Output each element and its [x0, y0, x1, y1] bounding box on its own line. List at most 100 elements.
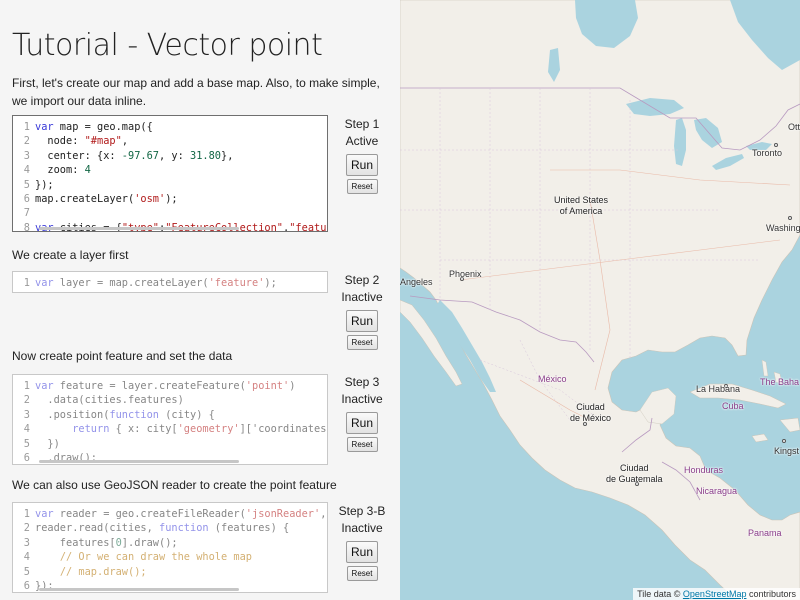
step2-status: Inactive [341, 290, 383, 304]
step2-run-button[interactable]: Run [346, 310, 378, 332]
line-number: 3 [23, 149, 30, 162]
map-attribution: Tile data © OpenStreetMap contributors [633, 588, 800, 600]
step3b-reset-button[interactable]: Reset [346, 566, 378, 581]
city-dot-kingston [782, 439, 786, 443]
code-line[interactable]: 2 .data(cities.features) [13, 393, 327, 407]
map-label-guatemala-line1: Ciudad [620, 463, 649, 473]
map-label-panama: Panama [748, 528, 782, 538]
map-label-guatemala: Ciudad de Guatemala [606, 463, 663, 485]
code-line[interactable]: 2 reader.read(cities, function (features)… [13, 521, 327, 535]
step3b-status: Inactive [341, 521, 383, 535]
code-text[interactable]: var feature = layer.createFeature('point… [35, 379, 295, 393]
line-number: 1 [23, 121, 30, 133]
map-label-usa-line2: of America [559, 206, 603, 216]
map-label-ottawa: Otta [788, 122, 800, 132]
map-label-washington: Washing [766, 223, 800, 233]
code-line[interactable]: 5}); [13, 178, 327, 192]
step3b-run-button[interactable]: Run [346, 541, 378, 563]
line-number: 4 [23, 423, 30, 436]
map-label-mexico-city-line1: Ciudad [576, 402, 605, 412]
code-line[interactable]: 6 map.createLayer('osm'); [13, 192, 327, 206]
code-text[interactable]: .data(cities.features) [35, 393, 183, 407]
line-number: 1 [23, 508, 30, 520]
code-line[interactable]: 5 }) [13, 437, 327, 451]
code-text[interactable]: return { x: city['geometry']['coordinate… [35, 422, 326, 436]
map-label-usa: United States of America [554, 195, 608, 217]
code-line[interactable]: 3 center: {x: -97.67, y: 31.80}, [13, 149, 327, 163]
step3-run-button[interactable]: Run [346, 412, 378, 434]
line-number: 5 [23, 437, 30, 450]
map-label-mexico-city-line2: de México [570, 413, 612, 423]
openstreetmap-link[interactable]: OpenStreetMap [683, 589, 747, 599]
code-line[interactable]: 5 // map.draw(); [13, 565, 327, 579]
map-label-mexico: México [538, 374, 567, 384]
code-line[interactable]: 1 var layer = map.createLayer('feature'); [13, 276, 327, 290]
code-text[interactable]: .position(function (city) { [35, 408, 214, 422]
map-label-toronto: Toronto [752, 148, 783, 158]
line-number: 4 [23, 551, 30, 564]
step3-reset-button[interactable]: Reset [346, 437, 378, 452]
code-text[interactable]: // Or we can draw the whole map [35, 550, 252, 564]
code-text[interactable]: // map.draw(); [35, 565, 147, 579]
code-text[interactable]: center: {x: -97.67, y: 31.80}, [35, 149, 233, 163]
line-number: 5 [23, 178, 30, 191]
line-number: 2 [23, 135, 30, 148]
code-text[interactable]: reader.read(cities, function (features) … [35, 521, 289, 535]
code-line[interactable]: 3 features[0].draw(); [13, 536, 327, 550]
code-text[interactable]: }) [35, 437, 59, 451]
step2-code-editor[interactable]: 1 var layer = map.createLayer('feature'); [12, 271, 328, 293]
line-number: 1 [23, 380, 30, 392]
line-number: 7 [23, 207, 30, 220]
step1-status: Active [345, 134, 379, 148]
code-line[interactable]: 1 var feature = layer.createFeature('poin… [13, 379, 327, 393]
horizontal-scrollbar[interactable] [39, 227, 239, 230]
step3-label: Step 3 [344, 375, 380, 389]
code-text[interactable]: map.createLayer('osm'); [35, 192, 178, 206]
tutorial-panel: Tutorial - Vector point First, let's cre… [0, 0, 400, 600]
code-line[interactable]: 3 .position(function (city) { [13, 408, 327, 422]
code-text[interactable]: }); [35, 178, 54, 192]
map-label-cuba: Cuba [722, 401, 744, 411]
step1-code-editor[interactable]: 1 var map = geo.map({2 node: "#map", 3 cen… [12, 115, 328, 232]
step3b-code-editor[interactable]: 1 var reader = geo.createFileReader('json… [12, 502, 328, 593]
jamaica-island [751, 433, 769, 443]
step1-controls: Step 1 Active Run Reset [332, 116, 392, 194]
step3b-description: We can also use GeoJSON reader to create… [12, 478, 337, 492]
map-label-kingston: Kingst [774, 446, 800, 456]
code-line[interactable]: 1 var reader = geo.createFileReader('json… [13, 507, 327, 521]
map-label-la-habana: La Habana [696, 384, 741, 394]
code-text[interactable]: var reader = geo.createFileReader('jsonR… [35, 507, 326, 521]
city-dot-washington [788, 216, 792, 220]
step1-run-button[interactable]: Run [346, 154, 378, 176]
map-viewport[interactable]: Otta Toronto United States of America Wa… [400, 0, 800, 600]
code-text[interactable]: var map = geo.map({ [35, 120, 153, 134]
line-number: 2 [23, 522, 30, 535]
step3-code-editor[interactable]: 1 var feature = layer.createFeature('poin… [12, 374, 328, 465]
basemap-tiles [400, 0, 800, 600]
code-text[interactable]: features[0].draw(); [35, 536, 178, 550]
code-text[interactable]: zoom: 4 [35, 163, 90, 177]
map-label-nicaragua: Nicaragua [696, 486, 738, 496]
line-number: 6 [23, 451, 30, 464]
line-number: 5 [23, 565, 30, 578]
code-text[interactable]: var layer = map.createLayer('feature'); [35, 276, 277, 290]
code-line[interactable]: 4 return { x: city['geometry']['coordina… [13, 422, 327, 436]
code-line[interactable]: 4 // Or we can draw the whole map [13, 550, 327, 564]
code-line[interactable]: 7 [13, 206, 327, 220]
step1-reset-button[interactable]: Reset [346, 179, 378, 194]
north-america-land [400, 0, 800, 600]
horizontal-scrollbar[interactable] [39, 460, 239, 463]
map-label-phoenix: Phoenix [449, 269, 482, 279]
code-text[interactable]: node: "#map", [35, 134, 128, 148]
attribution-suffix: contributors [746, 589, 796, 599]
step1-label: Step 1 [344, 117, 380, 131]
code-line[interactable]: 2 node: "#map", [13, 134, 327, 148]
page-title: Tutorial - Vector point [12, 28, 323, 63]
code-line[interactable]: 1 var map = geo.map({ [13, 120, 327, 134]
step3-controls: Step 3 Inactive Run Reset [332, 374, 392, 452]
code-line[interactable]: 4 zoom: 4 [13, 163, 327, 177]
step2-description: We create a layer first [12, 248, 129, 262]
horizontal-scrollbar[interactable] [39, 588, 239, 591]
hispaniola-island [779, 417, 800, 433]
step3-description: Now create point feature and set the dat… [12, 349, 233, 363]
